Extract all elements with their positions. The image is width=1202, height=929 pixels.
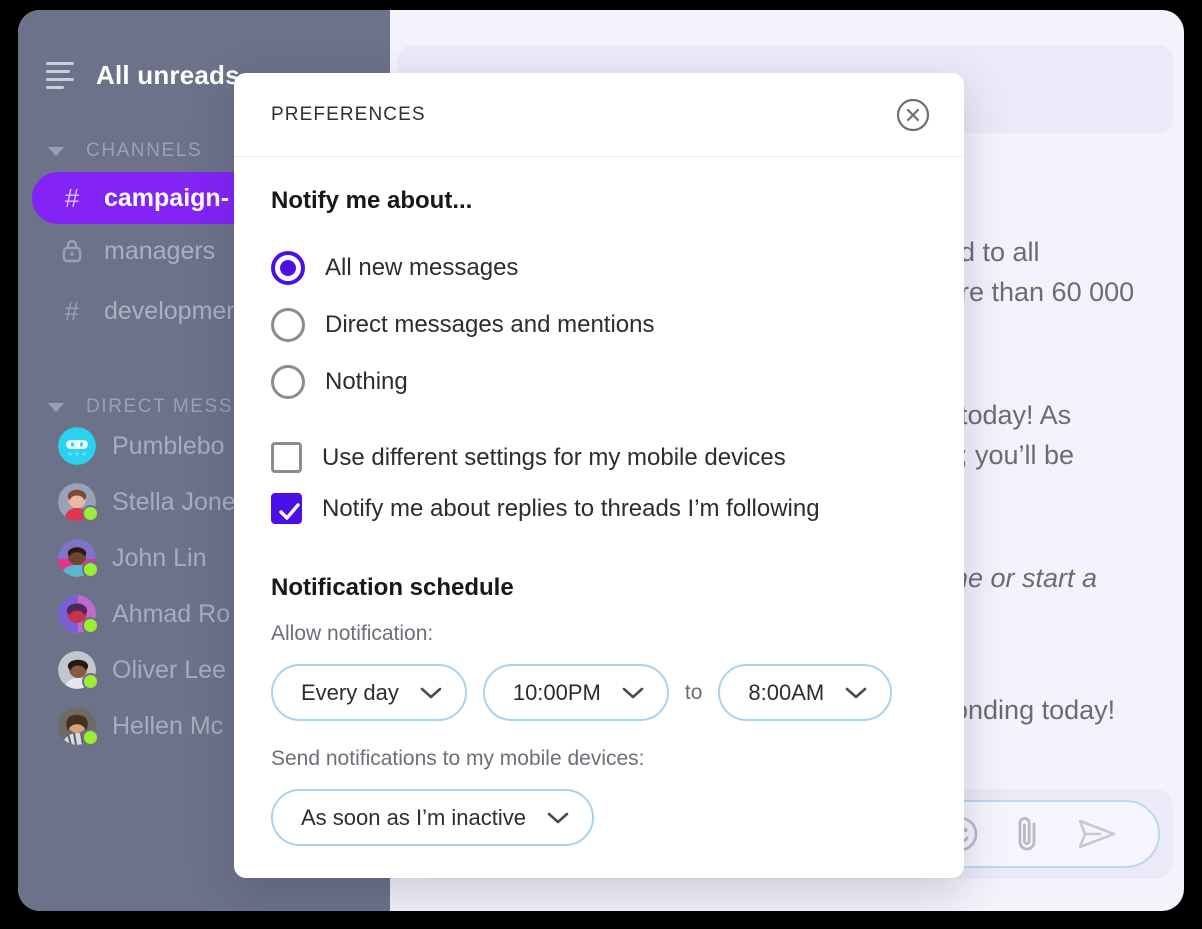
radio-option-label: Direct messages and mentions bbox=[325, 310, 655, 338]
from-time-select[interactable]: 10:00PM bbox=[482, 664, 669, 721]
list-item-label: John Lin bbox=[112, 543, 207, 572]
hash-icon: # bbox=[64, 296, 80, 326]
radio-icon bbox=[271, 307, 305, 342]
close-circle-icon[interactable] bbox=[896, 98, 930, 132]
checkbox-icon bbox=[271, 442, 302, 473]
avatar bbox=[58, 595, 99, 634]
message-fragment: ne or start a bbox=[953, 563, 1098, 593]
mobile-select-row: As soon as I’m inactive bbox=[271, 789, 927, 846]
status-indicator bbox=[82, 729, 99, 746]
notify-section-heading: Notify me about... bbox=[271, 187, 473, 214]
modal-header: PREFERENCES bbox=[234, 73, 964, 157]
chevron-down-icon bbox=[845, 687, 867, 698]
radio-option-label: Nothing bbox=[325, 367, 408, 395]
schedule-select-row: Every day 10:00PM to 8:00AM bbox=[271, 664, 927, 721]
message-fragment: ; you’ll be bbox=[960, 440, 1075, 470]
page-title: PREFERENCES bbox=[271, 103, 426, 125]
mobile-devices-label: Send notifications to my mobile devices: bbox=[271, 747, 645, 770]
radio-icon bbox=[271, 364, 305, 399]
radio-option-direct-messages[interactable]: Direct messages and mentions bbox=[271, 296, 927, 353]
to-time-select[interactable]: 8:00AM bbox=[718, 664, 893, 721]
send-icon[interactable] bbox=[1074, 814, 1120, 854]
mobile-delivery-value: As soon as I’m inactive bbox=[301, 804, 526, 830]
message-fragment: d to all bbox=[960, 237, 1040, 267]
lock-icon bbox=[58, 234, 86, 268]
checkbox-label: Use different settings for my mobile dev… bbox=[322, 443, 786, 471]
checkbox-icon bbox=[271, 493, 302, 524]
avatar bbox=[58, 707, 99, 746]
sidebar-item-label: campaign- bbox=[104, 183, 230, 212]
hamburger-icon[interactable] bbox=[46, 61, 74, 89]
day-select-value: Every day bbox=[301, 679, 399, 705]
list-item-label: Oliver Lee bbox=[112, 655, 226, 684]
mobile-delivery-select[interactable]: As soon as I’m inactive bbox=[271, 789, 594, 846]
status-indicator bbox=[82, 617, 99, 634]
avatar bbox=[58, 539, 99, 578]
avatar bbox=[58, 651, 99, 690]
chevron-down-icon bbox=[622, 687, 644, 698]
avatar bbox=[58, 427, 96, 465]
sidebar-item-label: managers bbox=[104, 237, 216, 265]
to-label: to bbox=[684, 680, 703, 704]
chevron-down-icon bbox=[48, 146, 64, 156]
status-indicator bbox=[82, 505, 99, 522]
list-item-label: Stella Jone bbox=[112, 487, 236, 516]
sidebar-section-label: CHANNELS bbox=[86, 140, 203, 161]
from-time-value: 10:00PM bbox=[512, 679, 601, 705]
notify-checkbox-group: Use different settings for my mobile dev… bbox=[271, 432, 927, 534]
attachment-icon[interactable] bbox=[1010, 812, 1044, 856]
status-indicator bbox=[82, 561, 99, 578]
notify-radio-group: All new messages Direct messages and men… bbox=[271, 239, 927, 410]
checkbox-mobile-settings[interactable]: Use different settings for my mobile dev… bbox=[271, 432, 927, 483]
preferences-modal: PREFERENCES Notify me about... All new m… bbox=[234, 73, 964, 878]
sidebar-item-label: development bbox=[104, 297, 248, 325]
list-item-label: Hellen Mc bbox=[112, 711, 224, 740]
checkbox-thread-replies[interactable]: Notify me about replies to threads I’m f… bbox=[271, 483, 927, 534]
modal-body: Notify me about... All new messages Dire… bbox=[234, 157, 964, 846]
list-item-label: Ahmad Ro bbox=[112, 599, 231, 628]
status-indicator bbox=[82, 673, 99, 690]
checkbox-label: Notify me about replies to threads I’m f… bbox=[322, 494, 820, 522]
radio-option-label: All new messages bbox=[325, 253, 519, 281]
radio-icon bbox=[271, 250, 305, 285]
bot-avatar bbox=[58, 427, 96, 465]
sidebar-title: All unreads bbox=[96, 59, 240, 90]
day-select[interactable]: Every day bbox=[271, 664, 467, 721]
chevron-down-icon bbox=[420, 687, 442, 698]
allow-notification-label: Allow notification: bbox=[271, 622, 434, 645]
chevron-down-icon bbox=[547, 812, 569, 823]
message-fragment: onding today! bbox=[953, 695, 1116, 725]
composer-toolbar bbox=[940, 805, 1155, 863]
to-time-value: 8:00AM bbox=[748, 679, 825, 705]
schedule-section-heading: Notification schedule bbox=[271, 574, 514, 601]
app-root: d to all re than 60 000 today! As ; you’… bbox=[0, 0, 1202, 929]
message-fragment: re than 60 000 bbox=[960, 277, 1135, 307]
chevron-down-icon bbox=[48, 402, 64, 412]
radio-option-nothing[interactable]: Nothing bbox=[271, 353, 927, 410]
list-item-label: Pumblebo bbox=[112, 431, 225, 460]
radio-option-all-new-messages[interactable]: All new messages bbox=[271, 239, 927, 296]
message-fragment: today! As bbox=[960, 400, 1072, 430]
hash-icon: # bbox=[64, 183, 80, 213]
avatar bbox=[58, 483, 99, 522]
